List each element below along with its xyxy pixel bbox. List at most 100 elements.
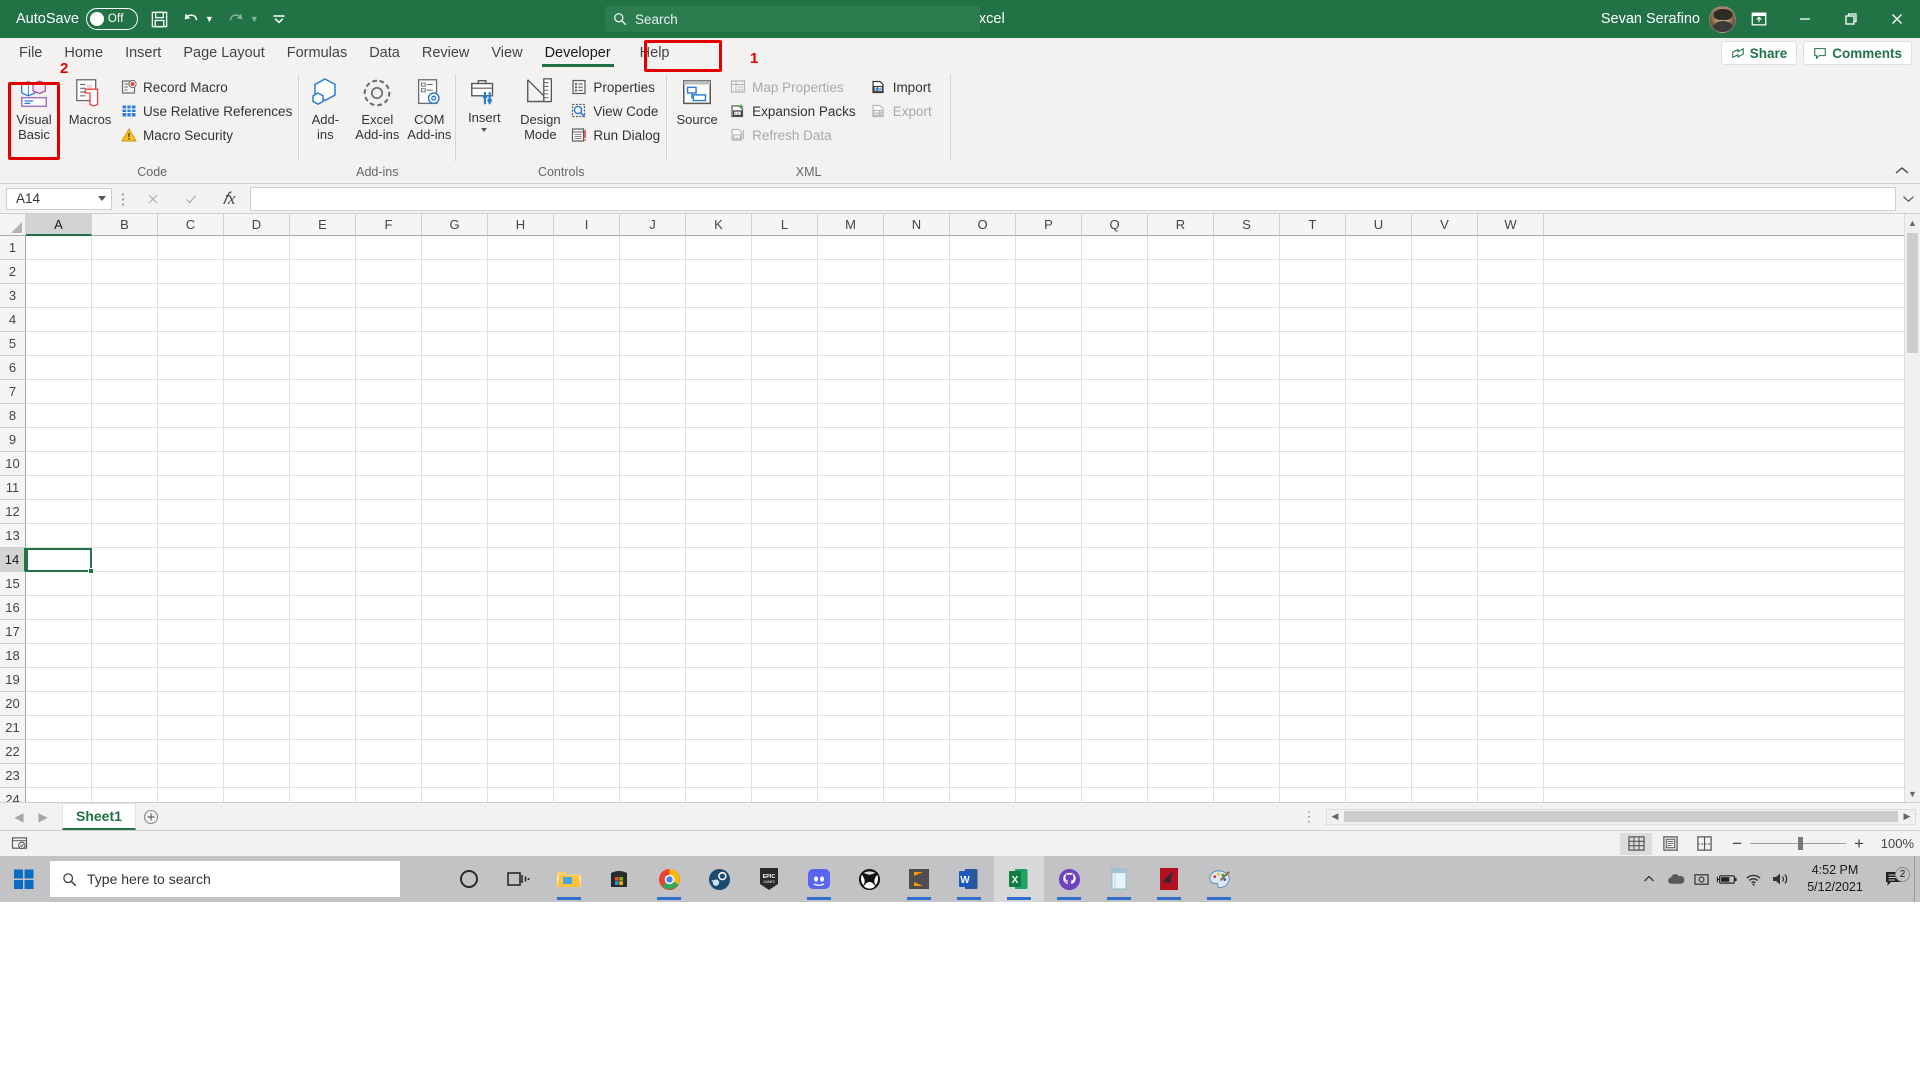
cell-M12[interactable] (818, 644, 884, 668)
cell-D23[interactable] (224, 380, 290, 404)
column-header-M[interactable]: M (818, 214, 884, 236)
column-header-F[interactable]: F (356, 214, 422, 236)
cell-K14[interactable] (686, 596, 752, 620)
cell-B27[interactable] (92, 284, 158, 308)
cell-C17[interactable] (158, 524, 224, 548)
previous-sheet-icon[interactable]: ◀ (8, 810, 30, 824)
cell-A27[interactable] (26, 284, 92, 308)
cell-G22[interactable] (422, 404, 488, 428)
cell-C22[interactable] (158, 404, 224, 428)
cell-I10[interactable] (554, 692, 620, 716)
cell-I17[interactable] (554, 524, 620, 548)
cell-C12[interactable] (158, 644, 224, 668)
row-header-13[interactable]: 13 (0, 524, 26, 548)
cell-V24[interactable] (1412, 356, 1478, 380)
cell-R17[interactable] (1148, 524, 1214, 548)
cell-G8[interactable] (422, 740, 488, 764)
cell-U9[interactable] (1346, 716, 1412, 740)
cell-J14[interactable] (620, 596, 686, 620)
column-header-O[interactable]: O (950, 214, 1016, 236)
cell-I24[interactable] (554, 356, 620, 380)
cell-A24[interactable] (26, 356, 92, 380)
microsoft-store-icon[interactable] (594, 856, 644, 902)
cell-N17[interactable] (884, 524, 950, 548)
cell-J8[interactable] (620, 740, 686, 764)
cell-W25[interactable] (1478, 332, 1544, 356)
page-break-preview-button[interactable] (1688, 833, 1720, 855)
cell-E17[interactable] (290, 524, 356, 548)
cell-V7[interactable] (1412, 764, 1478, 788)
cell-R7[interactable] (1148, 764, 1214, 788)
cell-N6[interactable] (884, 788, 950, 802)
cell-F18[interactable] (356, 500, 422, 524)
row-header-24[interactable]: 24 (0, 788, 26, 802)
cell-H7[interactable] (488, 764, 554, 788)
cell-W10[interactable] (1478, 692, 1544, 716)
cell-C13[interactable] (158, 620, 224, 644)
cell-T29[interactable] (1280, 236, 1346, 260)
cell-B18[interactable] (92, 500, 158, 524)
row-header-14[interactable]: 14 (0, 548, 26, 572)
cell-J25[interactable] (620, 332, 686, 356)
cell-V28[interactable] (1412, 260, 1478, 284)
cell-T6[interactable] (1280, 788, 1346, 802)
github-desktop-icon[interactable] (1044, 856, 1094, 902)
cell-E25[interactable] (290, 332, 356, 356)
horizontal-scrollbar[interactable]: ◀ ▶ (1326, 808, 1916, 825)
cell-V13[interactable] (1412, 620, 1478, 644)
expansion-packs-button[interactable]: <o> Expansion Packs (727, 100, 862, 122)
column-header-H[interactable]: H (488, 214, 554, 236)
cell-G24[interactable] (422, 356, 488, 380)
cell-A21[interactable] (26, 428, 92, 452)
cell-P26[interactable] (1016, 308, 1082, 332)
cell-U10[interactable] (1346, 692, 1412, 716)
cell-D18[interactable] (224, 500, 290, 524)
discord-icon[interactable] (794, 856, 844, 902)
cell-B19[interactable] (92, 476, 158, 500)
cell-H10[interactable] (488, 692, 554, 716)
cell-K28[interactable] (686, 260, 752, 284)
row-header-7[interactable]: 7 (0, 380, 26, 404)
cell-B8[interactable] (92, 740, 158, 764)
cell-C14[interactable] (158, 596, 224, 620)
cell-Q24[interactable] (1082, 356, 1148, 380)
cell-T14[interactable] (1280, 596, 1346, 620)
cell-Q25[interactable] (1082, 332, 1148, 356)
cell-P21[interactable] (1016, 428, 1082, 452)
cell-N16[interactable] (884, 548, 950, 572)
autosave-switch[interactable]: Off (85, 8, 138, 30)
cell-Q14[interactable] (1082, 596, 1148, 620)
restore-button[interactable] (1828, 0, 1874, 38)
cell-J24[interactable] (620, 356, 686, 380)
column-header-L[interactable]: L (752, 214, 818, 236)
cell-V14[interactable] (1412, 596, 1478, 620)
cell-H26[interactable] (488, 308, 554, 332)
cell-N25[interactable] (884, 332, 950, 356)
cell-U13[interactable] (1346, 620, 1412, 644)
cortana-icon[interactable] (444, 856, 494, 902)
cell-K27[interactable] (686, 284, 752, 308)
cell-I12[interactable] (554, 644, 620, 668)
cell-B16[interactable] (92, 548, 158, 572)
cell-P23[interactable] (1016, 380, 1082, 404)
cell-M10[interactable] (818, 692, 884, 716)
cell-F22[interactable] (356, 404, 422, 428)
cell-N19[interactable] (884, 476, 950, 500)
cell-M23[interactable] (818, 380, 884, 404)
cell-F6[interactable] (356, 788, 422, 802)
column-header-J[interactable]: J (620, 214, 686, 236)
row-header-17[interactable]: 17 (0, 620, 26, 644)
cell-B15[interactable] (92, 572, 158, 596)
cell-W13[interactable] (1478, 620, 1544, 644)
cell-I29[interactable] (554, 236, 620, 260)
cell-L24[interactable] (752, 356, 818, 380)
vertical-scroll-thumb[interactable] (1907, 233, 1918, 353)
cell-I26[interactable] (554, 308, 620, 332)
add-ins-button[interactable]: Add- ins (299, 72, 351, 147)
cell-B22[interactable] (92, 404, 158, 428)
cell-S17[interactable] (1214, 524, 1280, 548)
cell-W17[interactable] (1478, 524, 1544, 548)
cell-U7[interactable] (1346, 764, 1412, 788)
cell-H22[interactable] (488, 404, 554, 428)
cell-D28[interactable] (224, 260, 290, 284)
